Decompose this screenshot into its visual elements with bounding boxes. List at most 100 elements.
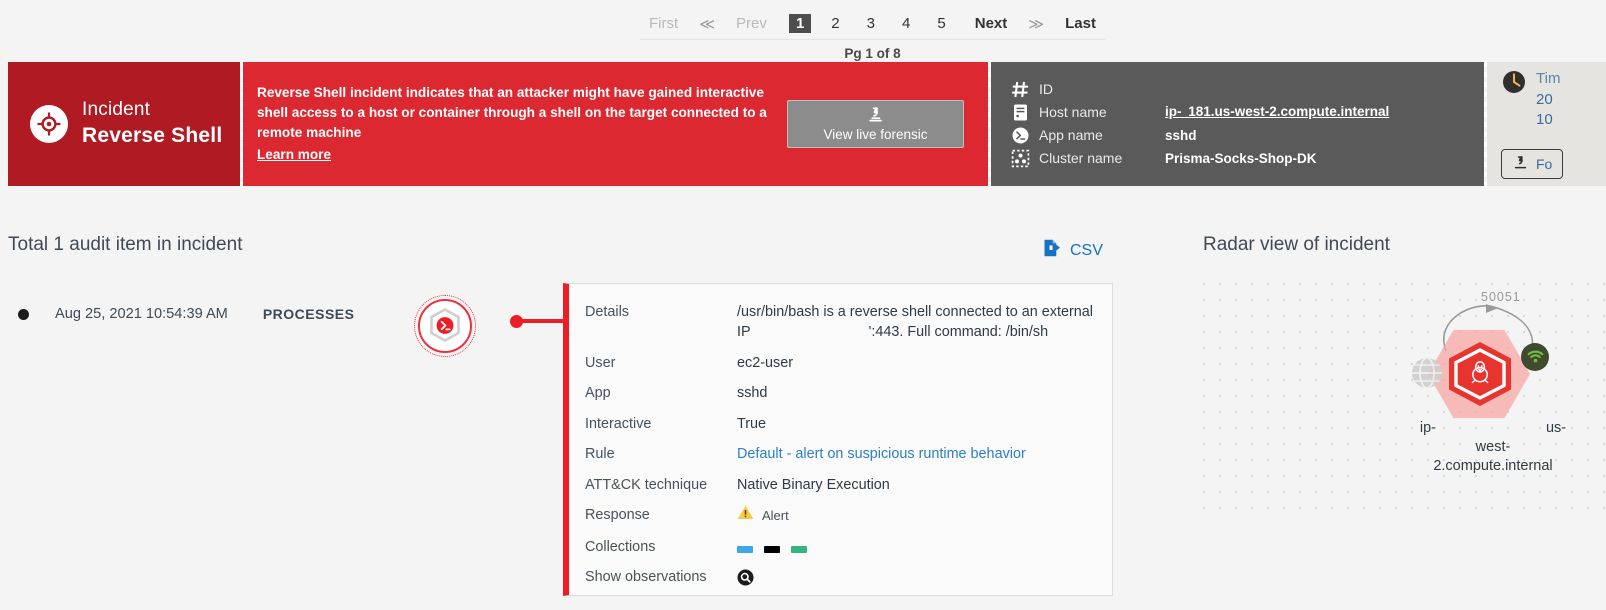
pagination-last[interactable]: Last: [1060, 14, 1101, 33]
forward-icon: [1512, 155, 1529, 173]
audit-details-grid: Details /usr/bin/bash is a reverse shell…: [585, 302, 1098, 588]
details-key-details: Details: [585, 302, 737, 343]
terminal-hexagon-icon: [425, 306, 465, 346]
pagination-page-5[interactable]: 5: [930, 14, 952, 33]
warning-icon: [737, 505, 754, 526]
forward-button[interactable]: Fo: [1501, 149, 1563, 179]
metadata-value-app-name: sshd: [1165, 125, 1389, 146]
metadata-key-id: ID: [1039, 79, 1159, 100]
incident-time-line2: 10: [1536, 110, 1560, 131]
incident-name: Reverse Shell: [82, 123, 222, 150]
metadata-key-cluster-name: Cluster name: [1039, 148, 1159, 169]
collection-swatch-blue[interactable]: [737, 546, 753, 553]
collection-swatch-black[interactable]: [764, 546, 780, 553]
incident-metadata-panel: ID Host name ip- 181.us-west-2.compute.i…: [991, 62, 1484, 186]
pagination: First ≪ Prev 1 2 3 4 5 Next ≫ Last Pg 1 …: [640, 14, 1105, 61]
incident-time-line1: 20: [1536, 90, 1560, 111]
incident-time-text: Tim 20 10: [1536, 69, 1560, 131]
metadata-key-host-name: Host name: [1039, 102, 1159, 123]
collection-swatch-green[interactable]: [791, 546, 807, 553]
incident-time-row: Tim 20 10: [1501, 69, 1560, 131]
details-key-rule: Rule: [585, 444, 737, 464]
details-key-app: App: [585, 383, 737, 403]
view-live-forensic-button[interactable]: View live forensic: [787, 100, 964, 148]
audit-timestamp: Aug 25, 2021 10:54:39 AM: [55, 306, 228, 322]
details-key-user: User: [585, 353, 737, 373]
details-value-details: /usr/bin/bash is a reverse shell connect…: [737, 302, 1098, 343]
metadata-value-cluster-name: Prisma-Socks-Shop-DK: [1165, 148, 1389, 169]
microscope-icon: [866, 106, 885, 126]
incident-metadata-grid: ID Host name ip- 181.us-west-2.compute.i…: [1007, 79, 1389, 169]
process-event-badge[interactable]: [414, 295, 476, 357]
pagination-page-4[interactable]: 4: [895, 14, 917, 33]
details-value-user: ec2-user: [737, 353, 1098, 373]
csv-file-icon: [1042, 238, 1062, 263]
csv-export-button[interactable]: CSV: [1042, 238, 1103, 263]
learn-more-link[interactable]: Learn more: [257, 145, 331, 165]
pagination-next[interactable]: Next: [970, 14, 1013, 33]
details-text-part1: /usr/bin/bash is a reverse shell connect…: [737, 304, 1038, 320]
details-value-interactive: True: [737, 414, 1098, 434]
target-icon: [30, 105, 68, 143]
metadata-key-app-name: App name: [1039, 125, 1159, 146]
radar-node-label-suffix: us-: [1546, 420, 1566, 436]
pagination-page-3[interactable]: 3: [860, 14, 882, 33]
details-value-rule[interactable]: Default - alert on suspicious runtime be…: [737, 444, 1098, 464]
pagination-prev[interactable]: Prev: [731, 14, 772, 33]
clock-icon: [1501, 69, 1527, 100]
audit-type-label: PROCESSES: [263, 306, 355, 322]
cluster-icon: [1007, 148, 1033, 169]
details-response-label: Alert: [762, 507, 789, 525]
audit-details-card: Details /usr/bin/bash is a reverse shell…: [563, 283, 1113, 596]
incident-kicker: Incident: [82, 98, 222, 122]
pagination-row: First ≪ Prev 1 2 3 4 5 Next ≫ Last: [640, 14, 1105, 40]
audit-list-item[interactable]: Aug 25, 2021 10:54:39 AM PROCESSES: [18, 306, 354, 322]
radar-canvas[interactable]: 50051: [1203, 283, 1606, 513]
details-text-part4: /bin/sh: [1006, 324, 1048, 340]
details-value-app: sshd: [737, 383, 1098, 403]
terminal-icon: [1007, 125, 1033, 146]
incident-title-block: Incident Reverse Shell: [82, 98, 222, 149]
show-observations-button[interactable]: [737, 567, 1098, 587]
radar-heading: Radar view of incident: [1203, 234, 1390, 256]
radar-node-label: ip-us- west- 2.compute.internal: [1353, 419, 1606, 476]
chevron-right-icon[interactable]: ≫: [1028, 15, 1044, 33]
connector-line: [520, 319, 566, 323]
details-text-part3: ':443. Full command:: [869, 324, 1002, 340]
wifi-icon: [1527, 350, 1544, 364]
magnifier-icon: [737, 569, 754, 586]
view-live-forensic-label: View live forensic: [823, 128, 927, 142]
incident-description: Reverse Shell incident indicates that an…: [257, 85, 767, 140]
metadata-value-host-name[interactable]: ip- 181.us-west-2.compute.internal: [1165, 102, 1389, 122]
pagination-status: Pg 1 of 8: [640, 40, 1105, 61]
radar-node-label-line3: 2.compute.internal: [1353, 457, 1606, 476]
pagination-page-2[interactable]: 2: [824, 14, 846, 33]
server-icon: [1007, 102, 1033, 123]
chevron-left-icon[interactable]: ≪: [699, 15, 715, 33]
incident-time-panel: Tim 20 10 Fo: [1487, 62, 1606, 186]
details-key-interactive: Interactive: [585, 414, 737, 434]
csv-export-label: CSV: [1070, 242, 1103, 260]
details-key-response: Response: [585, 505, 737, 526]
pagination-page-1[interactable]: 1: [789, 14, 811, 33]
radar-network-badge[interactable]: [1521, 343, 1549, 371]
details-value-response: Alert: [737, 505, 1098, 526]
incident-identity: Incident Reverse Shell: [8, 62, 240, 186]
globe-icon: [1407, 353, 1447, 393]
radar-node-label-line2: west-: [1353, 438, 1606, 457]
radar-node-label-prefix: ip-: [1420, 420, 1436, 436]
hash-icon: [1007, 79, 1033, 100]
pagination-first[interactable]: First: [644, 14, 683, 33]
incident-banner: Incident Reverse Shell Reverse Shell inc…: [8, 62, 1606, 186]
details-key-collections: Collections: [585, 537, 737, 557]
badge-ring: [418, 299, 472, 353]
incident-time-label: Tim: [1536, 69, 1560, 90]
incident-detail-page: First ≪ Prev 1 2 3 4 5 Next ≫ Last Pg 1 …: [0, 0, 1606, 610]
details-key-show-observations: Show observations: [585, 567, 737, 587]
audit-heading: Total 1 audit item in incident: [8, 234, 242, 256]
details-value-collections: [737, 537, 1098, 557]
timeline-dot-icon: [18, 309, 29, 320]
details-key-attack-technique: ATT&CK technique: [585, 475, 737, 495]
pagination-numbers: 1 2 3 4 5: [789, 14, 953, 33]
radar-host-node[interactable]: [1445, 340, 1515, 408]
